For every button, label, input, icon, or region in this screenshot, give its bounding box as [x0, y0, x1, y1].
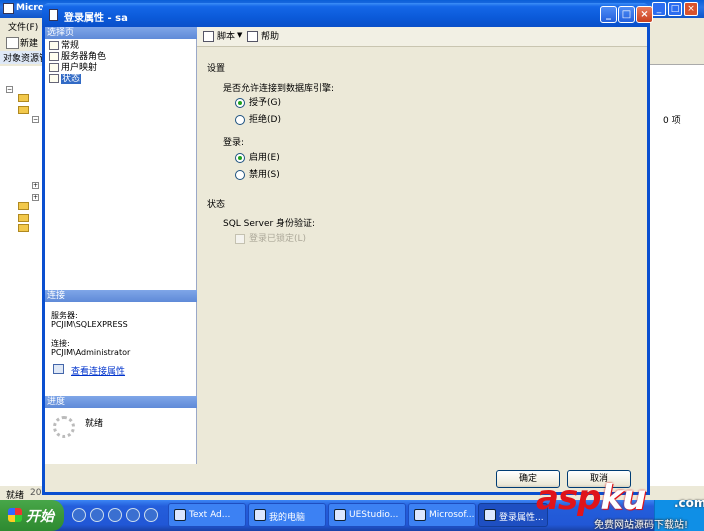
task-my-computer[interactable]: 我的电脑	[248, 503, 326, 527]
dialog-title: 登录属性 - sa	[64, 13, 128, 24]
tree-expand-icon[interactable]: +	[32, 182, 39, 189]
properties-icon	[53, 364, 64, 374]
close-icon[interactable]: ×	[684, 2, 698, 16]
progress-header: 进度	[45, 396, 197, 408]
login-properties-dialog: 登录属性 - sa _ □ × 选择页 常规 服务器角色 用户映射 状态 连接 …	[42, 3, 653, 495]
page-icon	[49, 41, 59, 50]
settings-section-label: 设置	[207, 64, 226, 74]
background-app-title: Micro	[16, 3, 44, 13]
page-item-server-roles[interactable]: 服务器角色	[49, 52, 106, 62]
object-explorer-tab[interactable]: 对象资源管理器	[0, 51, 44, 64]
left-pane: 选择页 常规 服务器角色 用户映射 状态 连接 服务器: PCJIM\SQLEX…	[45, 27, 197, 464]
maximize-icon[interactable]: □	[618, 6, 635, 23]
quicklaunch-icon[interactable]	[108, 508, 122, 522]
minimize-icon[interactable]: _	[652, 2, 666, 16]
summary-panel: 0 项	[648, 51, 704, 491]
folder-icon	[18, 214, 29, 222]
folder-icon	[18, 202, 29, 210]
help-icon	[247, 31, 258, 42]
watermark-tagline: 免费网站源码下载站!	[594, 520, 689, 531]
dialog-toolbar: 脚本 ▼ 帮助	[197, 27, 647, 47]
minimize-icon[interactable]: _	[600, 6, 617, 23]
connection-value: PCJIM\Administrator	[51, 348, 131, 357]
windows-logo-icon	[8, 508, 22, 522]
script-button[interactable]: 脚本	[203, 31, 235, 43]
radio-button-icon	[235, 153, 245, 163]
item-count: 0 项	[663, 116, 681, 126]
watermark-logo: aspku	[536, 478, 646, 518]
new-query-button[interactable]: 新建	[6, 36, 38, 49]
chevron-down-icon[interactable]: ▼	[237, 31, 242, 39]
dialog-titlebar[interactable]: 登录属性 - sa _ □ ×	[42, 3, 653, 27]
grant-radio[interactable]: 授予(G)	[235, 98, 281, 110]
connection-header: 连接	[45, 290, 197, 302]
login-label: 登录:	[223, 138, 245, 148]
radio-button-icon	[235, 115, 245, 125]
quicklaunch-icon[interactable]	[72, 508, 86, 522]
tree-expand-icon[interactable]: −	[32, 116, 39, 123]
maximize-icon[interactable]: □	[668, 2, 682, 16]
computer-icon	[254, 509, 266, 521]
folder-icon	[18, 224, 29, 232]
progress-spinner-icon	[53, 416, 75, 438]
app-icon	[174, 509, 186, 521]
script-icon	[203, 31, 214, 42]
app-icon	[334, 509, 346, 521]
quicklaunch-icon[interactable]	[144, 508, 158, 522]
page-item-user-mapping[interactable]: 用户映射	[49, 63, 97, 73]
checkbox-icon	[235, 234, 245, 244]
right-pane: 脚本 ▼ 帮助 设置 是否允许连接到数据库引擎: 授予(G) 拒绝(D) 登录:…	[197, 27, 647, 464]
server-value: PCJIM\SQLEXPRESS	[51, 320, 128, 329]
folder-icon	[18, 106, 29, 114]
page-icon	[49, 52, 59, 61]
quicklaunch-icon[interactable]	[90, 508, 104, 522]
radio-button-icon	[235, 170, 245, 180]
task-microsoft[interactable]: Microsof...	[408, 503, 476, 527]
summary-panel-header	[649, 51, 704, 65]
login-locked-checkbox: 登录已锁定(L)	[235, 234, 306, 246]
tree-expand-icon[interactable]: +	[32, 194, 39, 201]
deny-radio[interactable]: 拒绝(D)	[235, 115, 281, 127]
status-section-label: 状态	[207, 200, 226, 210]
disabled-radio[interactable]: 禁用(S)	[235, 170, 280, 182]
menu-file[interactable]: 文件(F)	[8, 20, 38, 33]
progress-status: 就绪	[85, 419, 104, 429]
watermark: aspku .com 免费网站源码下载站!	[534, 478, 704, 531]
object-explorer-tree: − − + +	[0, 66, 44, 486]
app-icon	[3, 3, 14, 14]
page-icon	[49, 74, 59, 83]
view-connection-properties-link[interactable]: 查看连接属性	[53, 364, 125, 377]
radio-button-icon	[235, 98, 245, 108]
app-icon	[414, 509, 426, 521]
enabled-radio[interactable]: 启用(E)	[235, 153, 280, 165]
sql-auth-label: SQL Server 身份验证:	[223, 219, 316, 229]
folder-icon	[18, 94, 29, 102]
page-item-general[interactable]: 常规	[49, 41, 79, 51]
quicklaunch-icon[interactable]	[126, 508, 140, 522]
watermark-domain: .com	[674, 496, 704, 510]
task-uestudio[interactable]: UEStudio...	[328, 503, 406, 527]
task-text-editor[interactable]: Text Ad...	[168, 503, 246, 527]
start-button[interactable]: 开始	[0, 500, 64, 531]
help-button[interactable]: 帮助	[247, 31, 279, 43]
page-item-status[interactable]: 状态	[49, 74, 82, 84]
page-icon	[49, 63, 59, 72]
document-icon	[484, 509, 496, 521]
tree-expand-icon[interactable]: −	[6, 86, 13, 93]
close-icon[interactable]: ×	[636, 6, 653, 23]
permission-question-label: 是否允许连接到数据库引擎:	[223, 84, 335, 94]
select-page-header: 选择页	[45, 27, 197, 39]
document-icon	[49, 9, 58, 21]
